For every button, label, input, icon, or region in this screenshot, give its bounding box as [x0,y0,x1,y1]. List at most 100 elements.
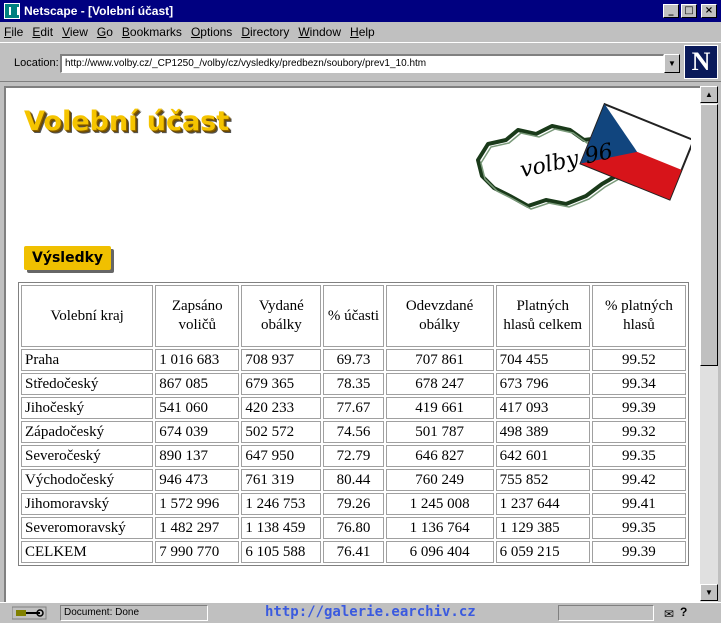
region-cell: Jihočeský [21,397,154,419]
results-tag: Výsledky [24,246,112,270]
netscape-app-icon[interactable] [4,3,20,19]
value-cell: 1 246 753 [241,493,322,515]
value-cell: 417 093 [495,397,590,419]
location-dropdown-button[interactable]: ▼ [664,54,680,73]
location-input[interactable]: http://www.volby.cz/_CP1250_/volby/cz/vy… [60,54,664,73]
region-cell: Jihomoravský [21,493,154,515]
value-cell: 1 016 683 [155,349,240,371]
value-cell: 642 601 [495,445,590,467]
table-row: Jihomoravský 1 572 996 1 246 753 79.26 1 245… [21,493,686,515]
region-cell: CELKEM [21,541,154,563]
value-cell: 6 096 404 [385,541,494,563]
help-icon[interactable]: ? [680,605,687,619]
value-cell: 79.26 [323,493,384,515]
value-cell: 99.39 [591,397,686,419]
table-row: Praha 1 016 683 708 937 69.73 707 861 704 455… [21,349,686,371]
scroll-up-button[interactable]: ▲ [700,86,718,103]
region-cell: Východočeský [21,469,154,491]
menu-window[interactable]: Window [298,25,341,39]
netscape-logo-icon: N [684,45,718,79]
minimize-button[interactable]: _ [663,4,679,18]
value-cell: 678 247 [385,373,494,395]
maximize-button[interactable]: □ [681,4,697,18]
value-cell: 99.35 [591,517,686,539]
location-label: Location: [14,57,59,69]
menu-bar: File Edit View Go Bookmarks Options Dire… [0,22,721,42]
menu-go[interactable]: Go [97,25,113,39]
value-cell: 6 105 588 [241,541,322,563]
value-cell: 7 990 770 [155,541,240,563]
column-header: Odevzdané obálky [385,285,494,347]
close-button[interactable]: × [701,4,717,18]
value-cell: 946 473 [155,469,240,491]
menu-file[interactable]: File [4,25,23,39]
table-header-row: Volební kraj Zapsáno voličů Vydané obálk… [21,285,686,347]
value-cell: 707 861 [385,349,494,371]
column-header: Volební kraj [21,285,154,347]
title-bar: Netscape - [Volební účast] _ □ × [0,0,721,22]
menu-view[interactable]: View [62,25,88,39]
column-header: % účasti [323,285,384,347]
window-controls: _ □ × [663,4,717,18]
region-cell: Praha [21,349,154,371]
value-cell: 890 137 [155,445,240,467]
value-cell: 99.32 [591,421,686,443]
value-cell: 74.56 [323,421,384,443]
value-cell: 501 787 [385,421,494,443]
security-key-icon[interactable] [12,606,48,620]
window-title: Netscape - [Volební účast] [24,4,174,18]
table-row: Jihočeský 541 060 420 233 77.67 419 661 417 0… [21,397,686,419]
table-row: Středočeský 867 085 679 365 78.35 678 247 673… [21,373,686,395]
menu-help[interactable]: Help [350,25,375,39]
page-content: Volební účast volby 96 Výsledky Volební … [4,86,700,602]
table-row: CELKEM 7 990 770 6 105 588 76.41 6 096 404 6 … [21,541,686,563]
mail-icon[interactable]: ✉ [664,607,674,621]
value-cell: 80.44 [323,469,384,491]
progress-field [558,605,654,621]
value-cell: 1 572 996 [155,493,240,515]
value-cell: 541 060 [155,397,240,419]
value-cell: 76.80 [323,517,384,539]
value-cell: 761 319 [241,469,322,491]
value-cell: 69.73 [323,349,384,371]
table-row: Severočeský 890 137 647 950 72.79 646 827 642… [21,445,686,467]
menu-directory[interactable]: Directory [241,25,289,39]
watermark-text: http://galerie.earchiv.cz [265,604,476,620]
menu-edit[interactable]: Edit [32,25,53,39]
value-cell: 77.67 [323,397,384,419]
value-cell: 1 136 764 [385,517,494,539]
value-cell: 6 059 215 [495,541,590,563]
value-cell: 99.41 [591,493,686,515]
scroll-thumb[interactable] [700,104,718,366]
menu-bookmarks[interactable]: Bookmarks [122,25,182,39]
value-cell: 99.39 [591,541,686,563]
column-header: Platných hlasů celkem [495,285,590,347]
table-row: Východočeský 946 473 761 319 80.44 760 249 75… [21,469,686,491]
menu-options[interactable]: Options [191,25,232,39]
value-cell: 78.35 [323,373,384,395]
volby-logo: volby 96 [476,102,691,210]
column-header: Zapsáno voličů [155,285,240,347]
page-title: Volební účast [24,106,230,137]
table-row: Severomoravský 1 482 297 1 138 459 76.80 1 1… [21,517,686,539]
value-cell: 708 937 [241,349,322,371]
table-body: Praha 1 016 683 708 937 69.73 707 861 704 455… [21,349,686,563]
value-cell: 1 138 459 [241,517,322,539]
value-cell: 419 661 [385,397,494,419]
value-cell: 704 455 [495,349,590,371]
value-cell: 1 245 008 [385,493,494,515]
column-header: % platných hlasů [591,285,686,347]
value-cell: 673 796 [495,373,590,395]
value-cell: 760 249 [385,469,494,491]
value-cell: 420 233 [241,397,322,419]
value-cell: 647 950 [241,445,322,467]
value-cell: 502 572 [241,421,322,443]
scroll-down-button[interactable]: ▼ [700,584,718,601]
value-cell: 867 085 [155,373,240,395]
value-cell: 72.79 [323,445,384,467]
column-header: Vydané obálky [241,285,322,347]
region-cell: Severočeský [21,445,154,467]
status-bar: Document: Done http://galerie.earchiv.cz… [0,602,721,623]
value-cell: 498 389 [495,421,590,443]
vertical-scrollbar[interactable]: ▲ ▼ [700,86,718,602]
